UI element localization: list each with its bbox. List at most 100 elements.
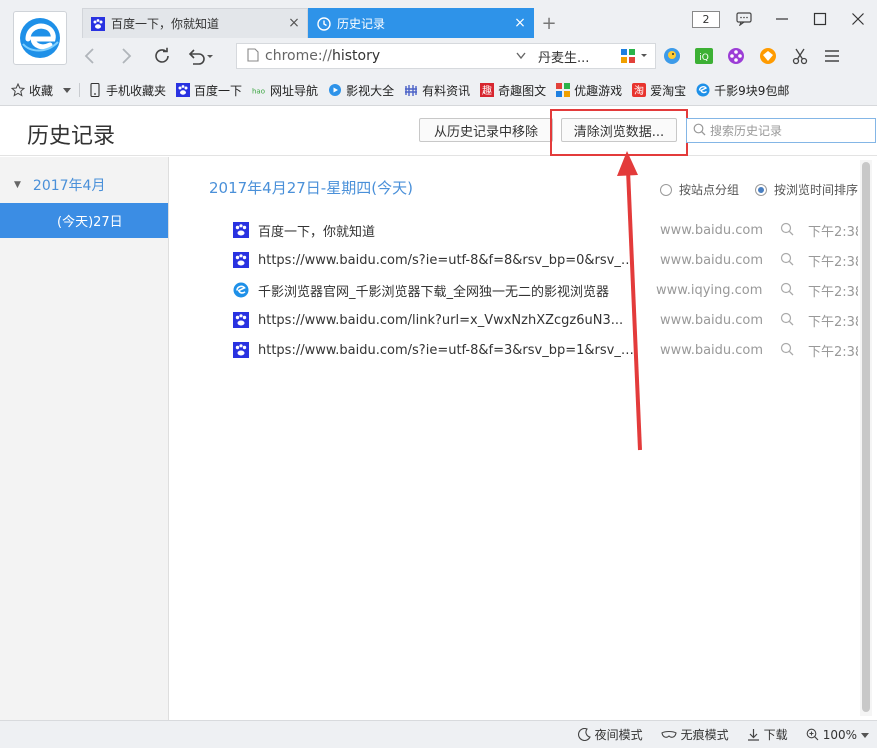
search-input[interactable] [710, 123, 870, 138]
bookmark-item[interactable]: 影视大全 [323, 79, 399, 101]
reload-icon[interactable] [144, 42, 180, 70]
download-button[interactable]: 下载 [747, 726, 788, 743]
toolbar-extensions: iQ [612, 40, 848, 72]
month-group[interactable]: ▼ 2017年4月 [14, 175, 105, 195]
history-row[interactable]: https://www.baidu.com/link?url=x_VwxNzhX… [233, 305, 873, 335]
film-extension-icon[interactable] [720, 41, 752, 71]
maximize-icon[interactable] [801, 5, 839, 33]
bookmark-label: 爱淘宝 [650, 83, 687, 98]
menu-icon[interactable] [816, 41, 848, 71]
bookmark-item[interactable]: 优趣游戏 [551, 79, 627, 101]
bookmark-item[interactable]: 趣 奇趣图文 [475, 79, 551, 101]
url-scheme: chrome:// [265, 48, 332, 64]
tab-baidu[interactable]: 百度一下，你就知道 × [82, 8, 308, 38]
forward-icon[interactable] [108, 42, 144, 70]
history-time: 下午2:38 [808, 314, 858, 330]
svg-text:淘: 淘 [634, 84, 644, 97]
close-window-icon[interactable] [839, 5, 877, 33]
tab-count: 2 [692, 10, 720, 28]
search-hint-text: 丹麦生... [538, 50, 590, 66]
tab-strip: 百度一下，你就知道 × 历史记录 × + [82, 8, 564, 38]
phone-icon [88, 83, 102, 97]
bookmarks-bar: 收藏 手机收藏夹 百度一下 hao 网址导航 影视大全 有料资讯 趣 奇趣图文 [0, 77, 877, 103]
radio-on-icon [755, 183, 768, 196]
bookmark-label: 优趣游戏 [574, 83, 623, 98]
bird-extension-icon[interactable] [656, 41, 688, 71]
sort-options: 按站点分组 按浏览时间排序 [660, 181, 874, 198]
search-domain-icon[interactable] [780, 252, 796, 268]
mask-icon [661, 730, 677, 740]
remove-from-history-button[interactable]: 从历史记录中移除 [419, 118, 553, 142]
minimize-icon[interactable] [763, 5, 801, 33]
bookmark-item[interactable]: 千影9块9包邮 [691, 79, 794, 101]
scroll-thumb[interactable] [862, 162, 870, 712]
sidebar-item-today[interactable]: (今天)27日 [0, 203, 168, 238]
bookmark-item[interactable]: 百度一下 [171, 79, 247, 101]
history-title-link[interactable]: 千影浏览器官网_千影浏览器下载_全网独一无二的影视浏览器 [258, 281, 635, 300]
bookmark-favorites[interactable]: 收藏 [6, 79, 76, 101]
zoom-control[interactable]: 100% [806, 728, 869, 742]
night-mode-button[interactable]: 夜间模式 [577, 726, 643, 743]
history-row[interactable]: https://www.baidu.com/s?ie=utf-8&f=8&rsv… [233, 245, 873, 275]
bookmark-item[interactable]: 淘 爱淘宝 [627, 79, 691, 101]
history-title-link[interactable]: 百度一下，你就知道 [258, 221, 635, 240]
clear-browsing-data-button[interactable]: 清除浏览数据... [561, 118, 677, 142]
incognito-label: 无痕模式 [680, 728, 729, 742]
sort-by-site-radio[interactable]: 按站点分组 [660, 181, 739, 198]
history-domain: www.baidu.com [660, 222, 764, 238]
search-domain-icon[interactable] [780, 342, 796, 358]
tab-count-button[interactable]: 2 [687, 5, 725, 33]
search-domain-icon[interactable] [780, 282, 796, 298]
taobao-extension-icon[interactable] [752, 41, 784, 71]
apps-grid-icon[interactable] [612, 41, 656, 71]
bookmark-item[interactable]: hao 网址导航 [247, 79, 323, 101]
bookmark-item[interactable]: 手机收藏夹 [83, 79, 171, 101]
svg-text:iQ: iQ [699, 53, 709, 63]
incognito-button[interactable]: 无痕模式 [661, 726, 729, 743]
collapse-caret-icon[interactable]: ▼ [14, 180, 21, 190]
night-mode-label: 夜间模式 [594, 728, 643, 742]
moon-icon [577, 728, 591, 741]
star-icon [11, 83, 25, 97]
history-search-field[interactable] [686, 118, 876, 143]
download-icon [747, 728, 760, 741]
search-engine-hint[interactable]: 丹麦生... [516, 43, 612, 69]
addr-dropdown-icon[interactable] [516, 49, 526, 64]
page-header: 历史记录 从历史记录中移除 清除浏览数据... [0, 107, 877, 156]
bookmark-label: 手机收藏夹 [106, 83, 167, 98]
tab-history[interactable]: 历史记录 × [308, 8, 534, 38]
history-domain: www.iqying.com [656, 282, 763, 298]
baidu-paw-icon [233, 342, 249, 358]
history-time: 下午2:38 [808, 344, 858, 360]
clock-icon [317, 16, 331, 31]
history-list: 百度一下，你就知道 www.baidu.com 下午2:38 https://w… [233, 215, 873, 365]
iqiyi-extension-icon[interactable]: iQ [688, 41, 720, 71]
history-row[interactable]: https://www.baidu.com/s?ie=utf-8&f=3&rsv… [233, 335, 873, 365]
search-domain-icon[interactable] [780, 312, 796, 328]
undo-close-icon[interactable] [180, 42, 220, 70]
sort-by-time-radio[interactable]: 按浏览时间排序 [755, 181, 858, 198]
history-row[interactable]: 百度一下，你就知道 www.baidu.com 下午2:38 [233, 215, 873, 245]
history-time: 下午2:38 [808, 254, 858, 270]
feedback-icon[interactable] [725, 5, 763, 33]
browser-logo-icon[interactable] [13, 11, 67, 65]
scissors-icon[interactable] [784, 41, 816, 71]
scrollbar[interactable] [860, 160, 872, 716]
back-icon[interactable] [72, 42, 108, 70]
baidu-paw-icon [233, 312, 249, 328]
history-title-link[interactable]: https://www.baidu.com/link?url=x_VwxNzhX… [258, 313, 635, 328]
history-row[interactable]: 千影浏览器官网_千影浏览器下载_全网独一无二的影视浏览器 www.iqying.… [233, 275, 873, 305]
new-tab-button[interactable]: + [534, 8, 564, 38]
browser-chrome: 百度一下，你就知道 × 历史记录 × + 2 chrome://history … [0, 0, 877, 106]
tab-close-icon[interactable]: × [287, 16, 301, 31]
sort-by-site-label: 按站点分组 [679, 183, 740, 197]
history-domain: www.baidu.com [660, 342, 764, 358]
history-title-link[interactable]: https://www.baidu.com/s?ie=utf-8&f=8&rsv… [258, 253, 635, 268]
tab-close-icon[interactable]: × [513, 16, 527, 31]
bookmark-label: 奇趣图文 [498, 83, 547, 98]
search-domain-icon[interactable] [780, 222, 796, 238]
history-title-link[interactable]: https://www.baidu.com/s?ie=utf-8&f=3&rsv… [258, 343, 635, 358]
bookmark-label: 有料资讯 [422, 83, 471, 98]
bookmark-item[interactable]: 有料资讯 [399, 79, 475, 101]
tab-label: 历史记录 [337, 17, 386, 31]
